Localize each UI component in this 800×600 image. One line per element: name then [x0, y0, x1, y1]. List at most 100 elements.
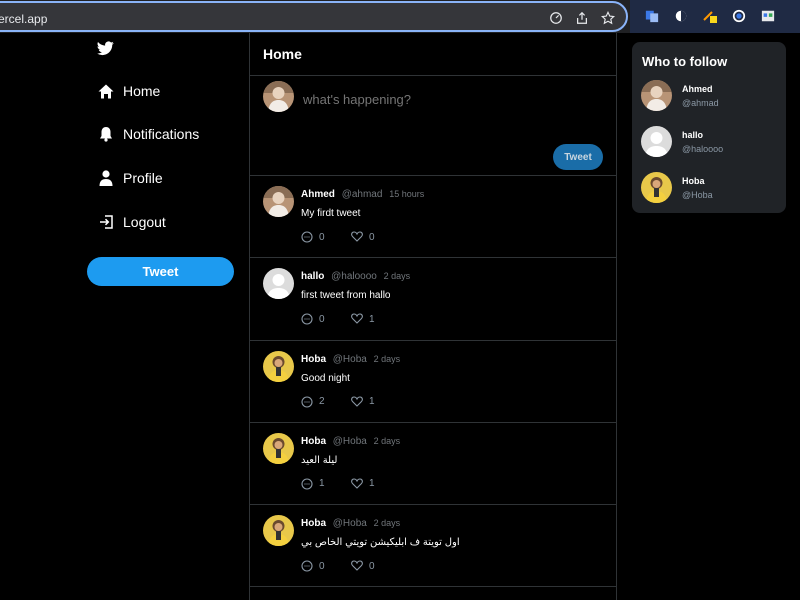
follow-suggestion[interactable]: hallo @haloooo	[641, 126, 723, 157]
extensions-bar	[630, 0, 800, 33]
reply-button[interactable]: 0	[301, 313, 351, 325]
comment-icon	[301, 478, 313, 490]
follow-handle: @Hoba	[682, 189, 713, 200]
sidebar-item-logout[interactable]: Logout	[97, 213, 166, 231]
twitter-logo-icon[interactable]	[97, 41, 114, 61]
tweet-item[interactable]: Hoba @Hoba 2 days Good night 2 1	[250, 341, 616, 423]
extension-badge-icon[interactable]	[702, 8, 718, 24]
tweet-author-name[interactable]: hallo	[301, 271, 324, 282]
home-icon	[97, 82, 115, 100]
reply-count: 0	[319, 560, 325, 572]
avatar[interactable]	[641, 126, 672, 157]
main-feed: Home Tweet Ahmed @ahmad 15 hours My fird…	[249, 33, 617, 600]
heart-icon	[351, 478, 363, 490]
reply-button[interactable]: 0	[301, 231, 351, 243]
sidebar-item-label: Profile	[123, 170, 163, 186]
like-button[interactable]: 1	[351, 478, 401, 490]
avatar[interactable]	[641, 80, 672, 111]
reply-count: 2	[319, 396, 325, 408]
tweet-author-name[interactable]: Hoba	[301, 354, 326, 365]
reply-count: 0	[319, 313, 325, 325]
avatar[interactable]	[641, 172, 672, 203]
page-title: Home	[250, 33, 616, 76]
sidebar-item-profile[interactable]: Profile	[97, 169, 163, 187]
tweet-timestamp: 2 days	[373, 435, 401, 446]
tweet-item[interactable]: Hoba @Hoba 2 days اول تويتة ف ابليكيشن ت…	[250, 505, 616, 588]
avatar[interactable]	[263, 268, 294, 300]
reply-count: 1	[319, 478, 325, 490]
tweet-timestamp: 2 days	[373, 518, 401, 529]
tweet-text: اول تويتة ف ابليكيشن تويتي الخاص بي	[301, 537, 460, 549]
tweet-text: My firdt tweet	[301, 208, 361, 219]
like-count: 0	[369, 231, 375, 243]
tweet-list: Ahmed @ahmad 15 hours My firdt tweet 0 0	[250, 176, 616, 588]
browser-toolbar: e.vercel.app	[0, 0, 800, 33]
tweet-item[interactable]: hallo @haloooo 2 days first tweet from h…	[250, 258, 616, 341]
follow-handle: @ahmad	[682, 97, 719, 108]
reply-button[interactable]: 2	[301, 396, 351, 408]
tweet-text: Good night	[301, 372, 350, 384]
panel-title: Who to follow	[642, 54, 728, 69]
like-button[interactable]: 0	[351, 231, 401, 243]
follow-suggestion[interactable]: Hoba @Hoba	[641, 172, 713, 203]
tweet-timestamp: 15 hours	[389, 189, 425, 199]
avatar[interactable]	[263, 350, 294, 382]
like-button[interactable]: 0	[351, 560, 401, 572]
tab-extension-icon[interactable]	[760, 8, 776, 24]
url-text[interactable]: e.vercel.app	[0, 12, 47, 26]
tweet-item[interactable]: Ahmed @ahmad 15 hours My firdt tweet 0 0	[250, 176, 616, 259]
heart-icon	[351, 313, 363, 325]
avatar[interactable]	[263, 515, 294, 547]
composer-tweet-button[interactable]: Tweet	[553, 144, 603, 170]
bookmark-star-icon[interactable]	[600, 10, 616, 26]
performance-icon[interactable]	[548, 10, 564, 26]
comment-icon	[301, 313, 313, 325]
tweet-text: ليلة العيد	[301, 454, 338, 466]
tweet-item[interactable]: Hoba @Hoba 2 days ليلة العيد 1 1	[250, 423, 616, 506]
heart-icon	[351, 560, 363, 572]
sidebar-tweet-button[interactable]: Tweet	[87, 257, 234, 286]
tweet-author-handle: @haloooo	[331, 271, 377, 283]
bell-icon	[97, 125, 115, 143]
tweet-composer: Tweet	[250, 76, 616, 176]
follow-name[interactable]: Hoba	[682, 176, 713, 186]
follow-suggestion[interactable]: Ahmed @ahmad	[641, 80, 719, 111]
avatar[interactable]	[263, 432, 294, 464]
sidebar-item-home[interactable]: Home	[97, 82, 160, 100]
sidebar-item-label: Notifications	[123, 126, 200, 142]
tweet-author-handle: @Hoba	[332, 518, 367, 530]
comment-icon	[301, 231, 313, 243]
tweet-input[interactable]	[303, 92, 593, 107]
reply-count: 0	[319, 231, 325, 243]
logout-icon	[97, 213, 115, 231]
tweet-author-name[interactable]: Hoba	[301, 436, 326, 447]
follow-name[interactable]: Ahmed	[682, 84, 719, 94]
reply-button[interactable]: 0	[301, 560, 351, 572]
tweet-timestamp: 2 days	[383, 271, 411, 282]
dark-reader-extension-icon[interactable]	[673, 8, 689, 24]
like-count: 1	[369, 478, 375, 490]
like-count: 0	[369, 560, 375, 572]
sidebar-item-notifications[interactable]: Notifications	[97, 125, 199, 143]
tweet-timestamp: 2 days	[373, 353, 401, 364]
avatar	[263, 81, 294, 112]
follow-name[interactable]: hallo	[682, 130, 723, 140]
address-bar[interactable]: e.vercel.app	[0, 1, 628, 32]
reply-button[interactable]: 1	[301, 478, 351, 490]
like-button[interactable]: 1	[351, 313, 401, 325]
like-count: 1	[369, 313, 375, 325]
follow-handle: @haloooo	[682, 143, 724, 154]
user-icon	[97, 169, 115, 187]
tweet-author-name[interactable]: Ahmed	[301, 189, 335, 200]
heart-icon	[351, 396, 363, 408]
share-icon[interactable]	[574, 10, 590, 26]
tweet-author-name[interactable]: Hoba	[301, 518, 326, 529]
avatar[interactable]	[263, 186, 294, 217]
sidebar-item-label: Home	[123, 83, 161, 99]
translate-extension-icon[interactable]	[644, 8, 660, 24]
comment-icon	[301, 396, 313, 408]
like-button[interactable]: 1	[351, 396, 401, 408]
circle-extension-icon[interactable]	[731, 8, 747, 24]
sidebar-item-label: Logout	[123, 214, 166, 230]
tweet-author-handle: @ahmad	[341, 189, 383, 200]
